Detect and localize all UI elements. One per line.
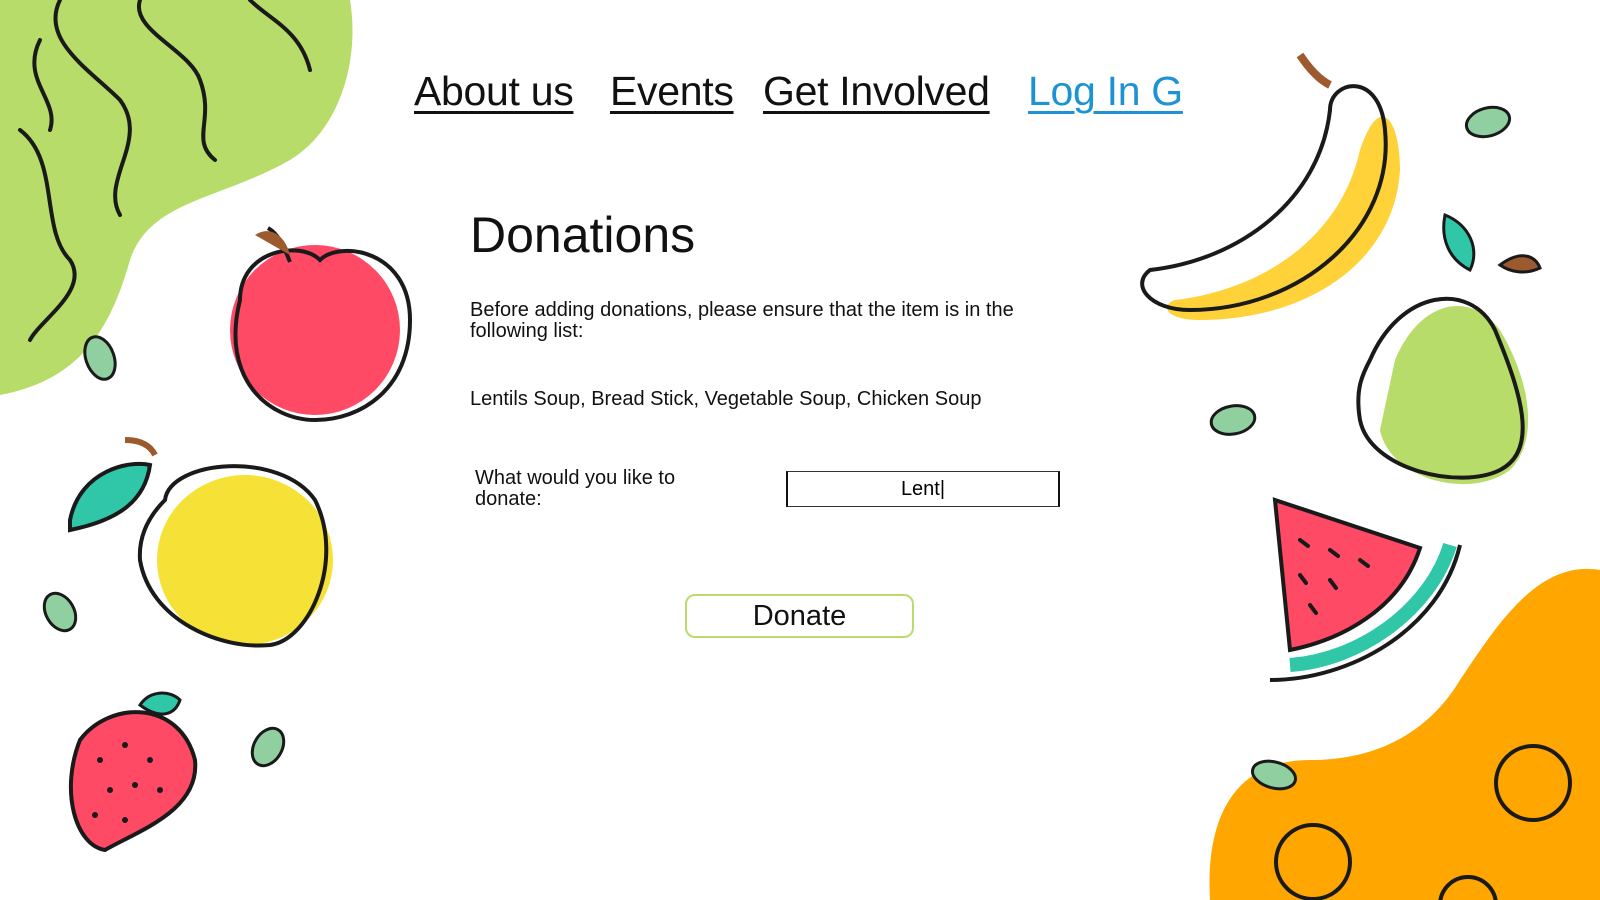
watermelon-illustration [1269,497,1462,682]
strawberry-illustration [68,691,198,853]
donation-question-label: What would you like to donate: [475,467,676,510]
donation-instructions: Before adding donations, please ensure t… [470,299,1014,342]
pear-illustration [1356,212,1542,485]
nav-link-get-involved[interactable]: Get Involved [763,68,990,115]
nav-link-log-in[interactable]: Log In G [1028,68,1183,115]
donate-button[interactable]: Donate [685,594,914,638]
donation-item-input[interactable] [786,471,1060,507]
apple-illustration [230,226,413,423]
orange-blob-shape [1209,568,1600,900]
lemon-illustration [68,437,333,648]
green-blob-shape [0,0,353,395]
decorative-background [0,0,1600,900]
top-navigation: About us Events Get Involved Log In G [0,68,1600,128]
nav-link-events[interactable]: Events [610,68,734,115]
allowed-items-list: Lentils Soup, Bread Stick, Vegetable Sou… [470,388,982,410]
fruit-illustrations [0,0,1600,900]
page-title: Donations [470,207,696,263]
nav-link-about-us[interactable]: About us [414,68,574,115]
